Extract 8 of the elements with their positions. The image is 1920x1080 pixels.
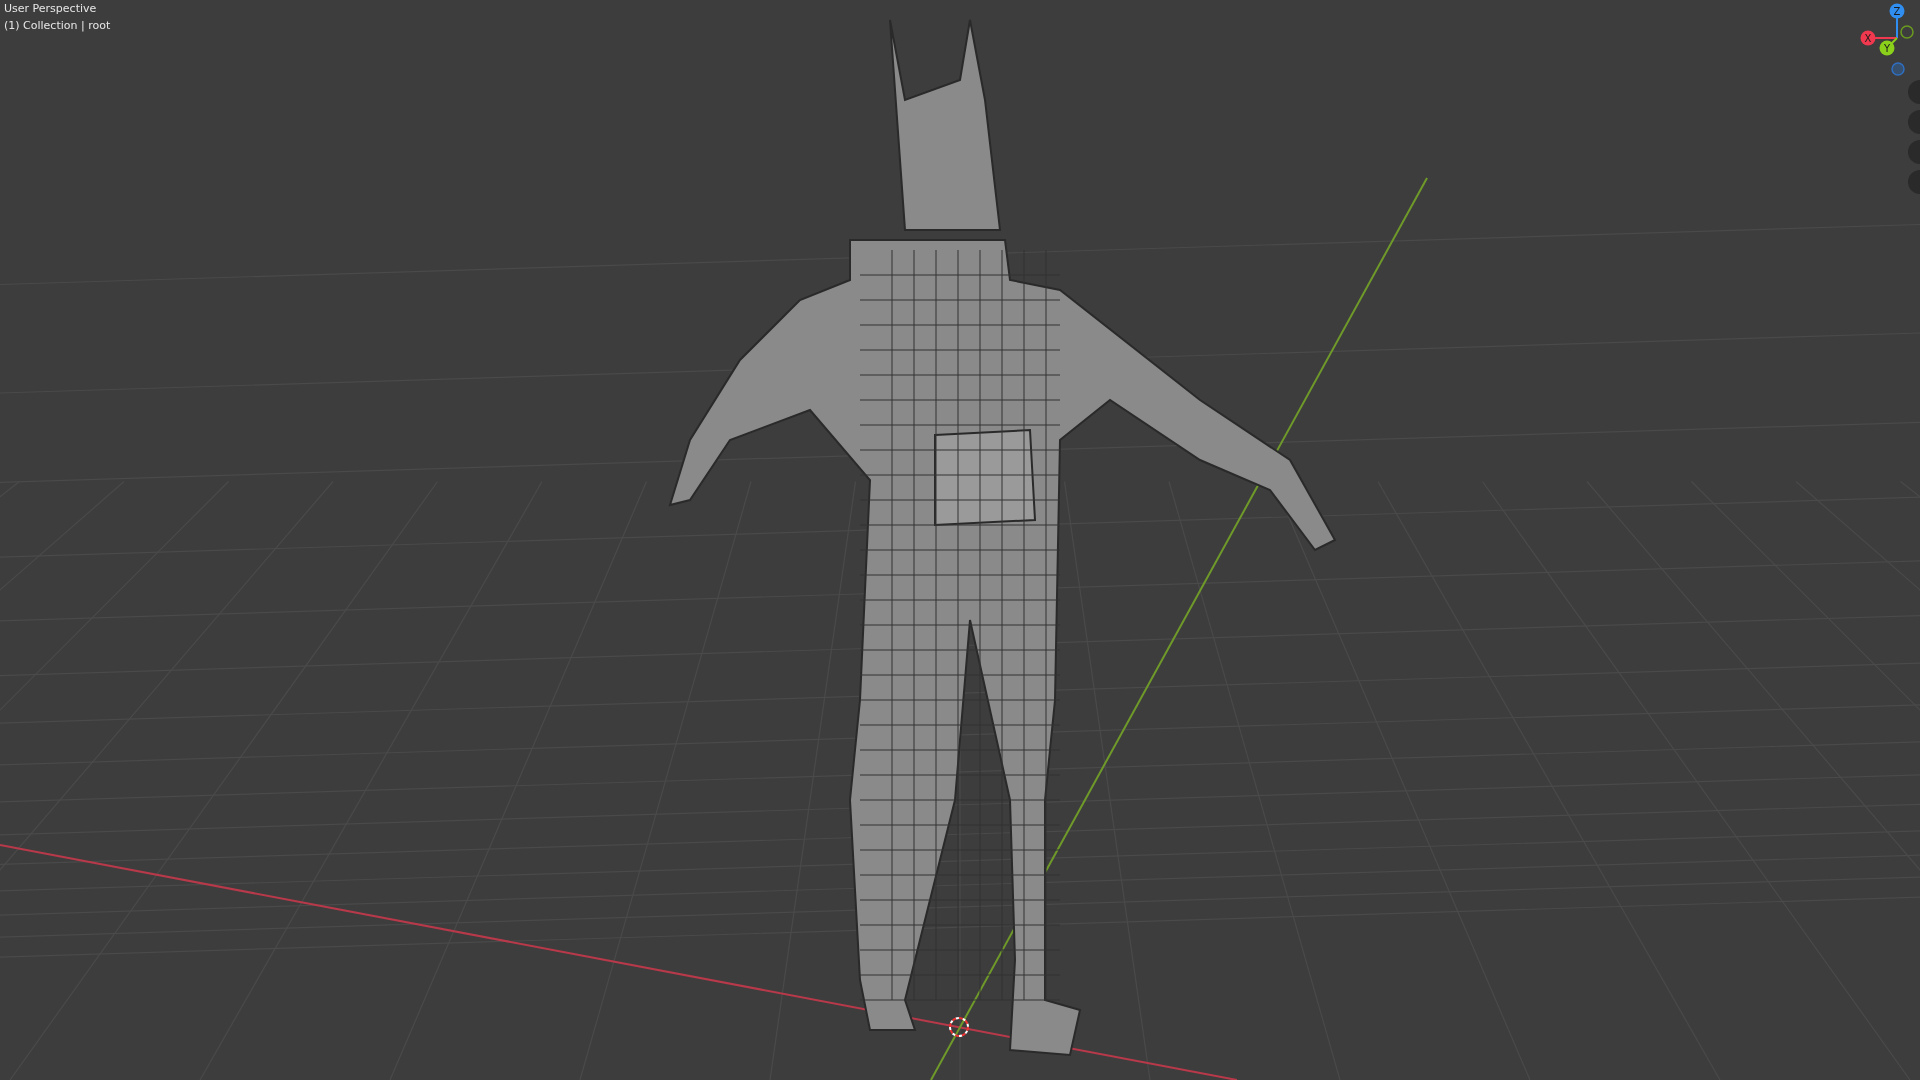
3d-cursor-icon (949, 1017, 969, 1037)
negative-axis-handle[interactable] (1891, 62, 1905, 76)
negative-axis-handle[interactable] (1900, 25, 1914, 39)
axis-handle[interactable]: Y (1879, 40, 1895, 56)
axis-handle[interactable]: Z (1889, 3, 1905, 19)
collection-label: (1) Collection | root (4, 18, 111, 34)
view-mode-label: User Perspective (4, 1, 98, 17)
axis-handle[interactable]: X (1860, 30, 1876, 46)
